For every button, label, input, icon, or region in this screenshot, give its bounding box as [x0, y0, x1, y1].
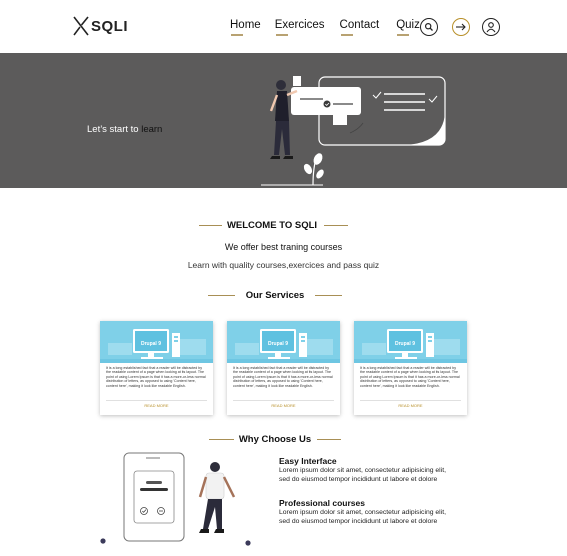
logout-icon[interactable]: [452, 18, 470, 36]
welcome-rule-right: [324, 225, 348, 227]
logo-x-icon: [73, 16, 89, 36]
computer-desk-icon: Drupal 9: [227, 329, 340, 363]
service-card[interactable]: Drupal 9 It is a long established fact t…: [354, 321, 467, 415]
welcome-rule-left: [199, 225, 222, 227]
user-icon[interactable]: [482, 18, 500, 36]
card-image-label: Drupal 9: [141, 341, 161, 347]
feature-title-professional-courses: Professional courses: [279, 498, 365, 508]
hero-banner: Let’s start to learn: [0, 53, 567, 188]
why-rule-left: [209, 439, 234, 441]
nav-quiz[interactable]: Quiz: [396, 19, 420, 36]
services-title: Our Services: [245, 290, 305, 301]
why-title: Why Choose Us: [238, 434, 312, 445]
search-icon[interactable]: [420, 18, 438, 36]
card-divider: [106, 400, 207, 401]
welcome-tagline: Learn with quality courses,exercices and…: [187, 260, 380, 270]
header: SQLI Home Exercices Contact Quiz: [0, 0, 567, 53]
feature-title-easy-interface: Easy Interface: [279, 456, 337, 466]
welcome-title: WELCOME TO SQLI: [226, 220, 318, 231]
services-rule-left: [208, 295, 235, 297]
card-divider: [233, 400, 334, 401]
logo-text: SQLI: [91, 17, 129, 35]
why-rule-right: [317, 439, 341, 441]
service-card-image: Drupal 9: [227, 321, 340, 363]
hero-illustration: [261, 76, 446, 186]
service-card-image: Drupal 9: [354, 321, 467, 363]
service-card-text: It is a long established fact that a rea…: [106, 366, 206, 388]
read-more-link[interactable]: READ MORE: [100, 403, 213, 408]
card-image-label: Drupal 9: [268, 341, 288, 347]
nav-exercices[interactable]: Exercices: [275, 19, 325, 36]
main-nav: Home Exercices Contact Quiz: [230, 19, 420, 36]
read-more-link[interactable]: READ MORE: [354, 403, 467, 408]
nav-home[interactable]: Home: [230, 19, 261, 36]
card-image-label: Drupal 9: [395, 341, 415, 347]
service-card-image: Drupal 9: [100, 321, 213, 363]
hero-text: Let’s start to learn: [87, 124, 162, 135]
service-card-text: It is a long established fact that a rea…: [360, 366, 460, 388]
service-card-text: It is a long established fact that a rea…: [233, 366, 333, 388]
service-card[interactable]: Drupal 9 It is a long established fact t…: [227, 321, 340, 415]
computer-desk-icon: Drupal 9: [354, 329, 467, 363]
hero-text-prefix: Let’s start to: [87, 124, 142, 135]
feature-body-professional-courses: Lorem ipsum dolor sit amet, consectetur …: [279, 509, 446, 525]
service-card[interactable]: Drupal 9 It is a long established fact t…: [100, 321, 213, 415]
welcome-subtitle: We offer best traning courses: [224, 242, 343, 252]
nav-contact[interactable]: Contact: [340, 19, 379, 36]
hero-text-highlight: learn: [141, 124, 163, 135]
card-divider: [360, 400, 461, 401]
computer-desk-icon: Drupal 9: [100, 329, 213, 363]
why-illustration: [100, 452, 251, 546]
feature-body-easy-interface: Lorem ipsum dolor sit amet, consectetur …: [279, 467, 446, 483]
read-more-link[interactable]: READ MORE: [227, 403, 340, 408]
services-rule-right: [315, 295, 342, 297]
logo[interactable]: SQLI: [72, 14, 128, 38]
